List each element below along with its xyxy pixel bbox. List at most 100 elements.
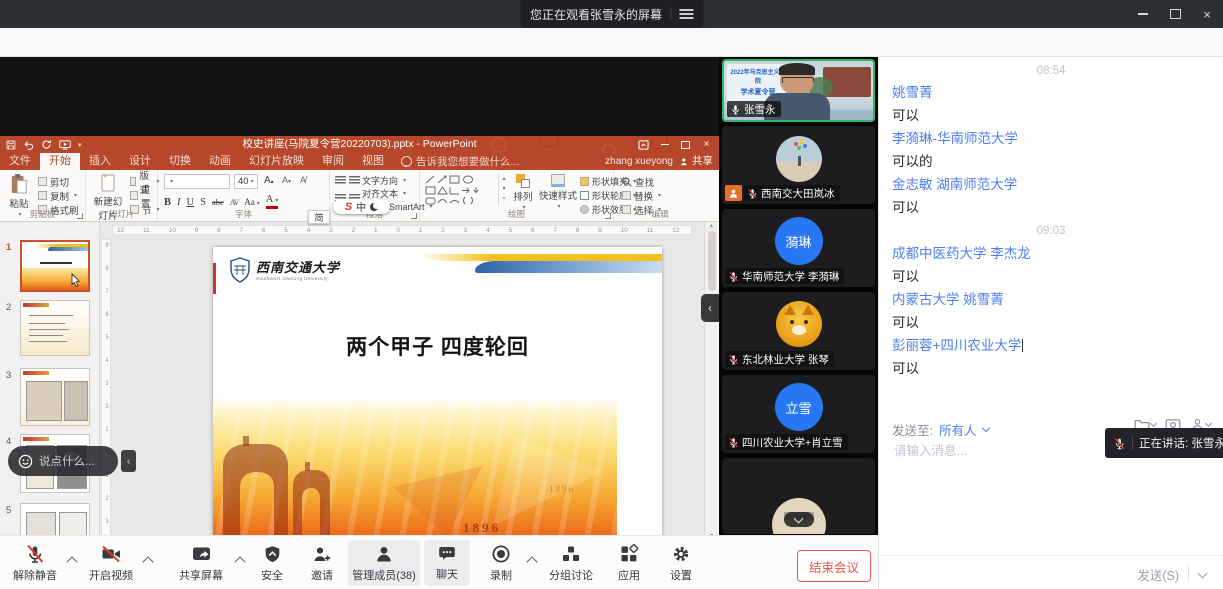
ppt-minimize-button[interactable] [654,136,675,153]
chat-sender[interactable]: 李漪琳-华南师范大学 [892,130,1018,148]
chat-sender[interactable]: 彭丽蓉+四川农业大学 [892,337,1023,355]
share-options-menu-icon[interactable] [679,9,693,19]
tab-file[interactable]: 文件 [0,153,40,170]
tell-me-box[interactable]: 告诉我您想要做什么... [401,154,519,169]
video-tile-speaker[interactable]: 2022年马克思主义学院 学术夏令营 张雪永 [722,59,875,122]
cut-button[interactable]: 剪切 [38,175,69,188]
slide-thumbnail-2[interactable] [20,300,90,356]
video-options-chevron[interactable] [142,556,153,567]
quick-chat-pill[interactable]: 说点什么... [8,446,118,476]
chat-sender[interactable]: 成都中医药大学 李杰龙 [892,245,1031,263]
send-to-selector[interactable]: 所有人 [939,420,977,439]
ribbon-display-button[interactable] [633,136,654,153]
tab-insert[interactable]: 插入 [80,153,120,170]
video-tile[interactable]: 东北林业大学 张琴 [722,292,875,370]
font-name-box[interactable] [164,174,230,189]
scroll-up-icon[interactable]: ▴ [705,222,718,229]
tab-transitions[interactable]: 切换 [160,153,200,170]
slide-thumbnail-1[interactable] [20,240,90,292]
vertical-scrollbar[interactable]: ▴ ▾ ≡ [704,222,718,557]
video-tile[interactable]: 西南交大田岚冰 [722,126,875,204]
share-screen-button[interactable]: 共享屏幕 [170,540,232,586]
underline-button[interactable]: U [187,197,195,208]
tab-home[interactable]: 开始 [40,153,80,170]
dialog-launcher-icon[interactable] [411,213,417,219]
send-button[interactable]: 发送(S) [1137,565,1179,584]
minimize-button[interactable] [1127,0,1159,28]
apps-button[interactable]: 应用 [606,540,652,586]
tab-review[interactable]: 审阅 [313,153,353,170]
undo-icon[interactable] [23,140,34,150]
chat-sender[interactable]: 姚雪菁 [892,84,933,102]
replace-button[interactable]: 替换 [622,189,661,202]
strip-more-button[interactable] [784,512,814,527]
change-case-button[interactable]: Aa [244,197,260,207]
clear-format-icon[interactable]: A̸ [300,175,306,185]
find-button[interactable]: 查找 [622,175,654,188]
manage-members-button[interactable]: 管理成员(38) [348,540,420,586]
ppt-close-button[interactable]: × [696,136,717,153]
shrink-font-icon[interactable]: A▾ [282,175,291,185]
send-options-chevron-icon[interactable] [1198,569,1208,579]
tab-slideshow[interactable]: 幻灯片放映 [240,153,313,170]
character-spacing-button[interactable]: AV [230,198,239,207]
video-tile[interactable]: 立雪 四川农业大学+肖立雪 [722,375,875,453]
record-button[interactable]: 录制 [478,540,524,586]
sogou-ime-bar[interactable]: S 中 [333,199,390,214]
breakout-rooms-button[interactable]: 分组讨论 [540,540,602,586]
arrange-button[interactable]: 排列 [510,174,536,211]
text-shadow-button[interactable]: S [200,197,206,208]
tab-view[interactable]: 视图 [353,153,393,170]
tab-animations[interactable]: 动画 [200,153,240,170]
avatar: 漪琳 [775,217,823,265]
chat-sender[interactable]: 金志敏 湖南师范大学 [892,176,1017,194]
mic-options-chevron[interactable] [66,556,77,567]
dialog-launcher-icon[interactable] [77,213,83,219]
scroll-down-icon[interactable]: ▾ [499,184,509,194]
unmute-button[interactable]: 解除静音 [6,540,64,586]
shapes-gallery[interactable] [424,174,496,206]
share-options-chevron[interactable] [234,556,245,567]
quick-styles-button[interactable]: 快速样式 [538,174,578,210]
grow-font-icon[interactable]: A▴ [264,175,274,186]
copy-button[interactable]: 复制 [38,189,77,202]
slide-thumbnail-3[interactable] [20,368,90,426]
video-tile-partial[interactable] [722,458,875,534]
close-button[interactable]: × [1191,0,1223,28]
chat-button[interactable]: 聊天 [424,540,470,586]
bold-button[interactable]: B [164,197,171,208]
save-icon[interactable] [6,140,16,150]
font-size-box[interactable]: 40 [234,174,258,189]
shapes-scroll[interactable]: ▴ ▾ = [498,174,509,206]
chat-sender[interactable]: 内蒙古大学 姚雪菁 [892,291,1004,309]
scroll-up-icon[interactable]: ▴ [499,174,509,184]
ppt-account-name[interactable]: zhang xueyong [605,153,673,170]
repeat-icon[interactable] [41,139,52,150]
record-options-chevron[interactable] [526,556,537,567]
video-strip-collapse-button[interactable]: ‹ [701,294,719,322]
dialog-launcher-icon[interactable] [605,213,611,219]
slide-canvas[interactable]: 西南交通大学 Southwest Jiaotong University 两个甲… [213,247,662,544]
italic-button[interactable]: I [177,197,181,208]
security-button[interactable]: 安全 [248,540,296,586]
chat-message-input[interactable] [892,443,1096,459]
reset-button[interactable]: 重置 [130,189,157,202]
video-tile[interactable]: 漪琳 华南师范大学 李漪琳 [722,209,875,287]
quick-chat-collapse-button[interactable]: ‹ [121,450,136,472]
font-color-button[interactable]: A [266,195,279,209]
end-meeting-button[interactable]: 结束会议 [797,550,871,582]
strikethrough-button[interactable]: abc [212,197,224,207]
maximize-button[interactable] [1159,0,1191,28]
ppt-share-button[interactable]: 共享 [680,153,713,170]
settings-button[interactable]: 设置 [658,540,704,586]
text-direction-button[interactable]: 文字方向 [362,174,406,187]
gallery-expand-icon[interactable]: = [499,194,509,204]
qat-dropdown-icon[interactable]: ▾ [78,141,82,149]
invite-button[interactable]: 邀请 [300,540,344,586]
list-buttons[interactable] [335,176,363,185]
start-video-button[interactable]: 开启视频 [82,540,140,586]
scrollbar-thumb[interactable] [708,231,716,291]
ppt-restore-button[interactable] [675,136,696,153]
chevron-down-icon[interactable] [981,424,989,432]
slideshow-icon[interactable] [59,140,71,150]
